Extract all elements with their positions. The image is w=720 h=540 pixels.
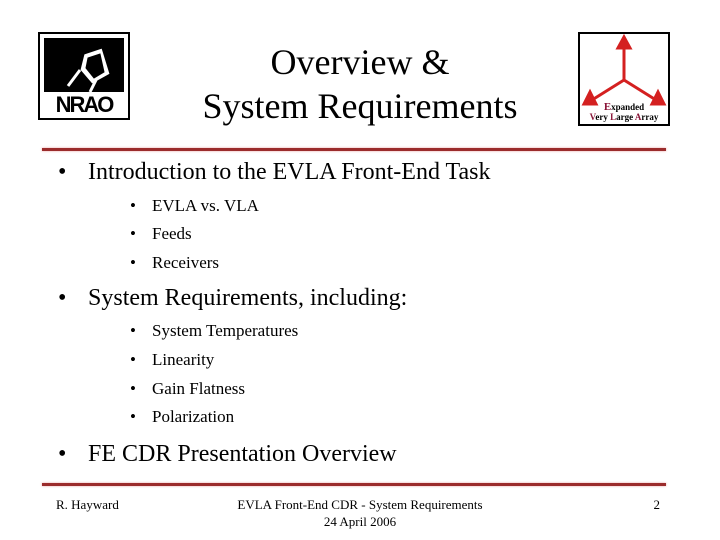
bullet-label: System Requirements, including: xyxy=(88,285,408,311)
sub-bullet-label: Gain Flatness xyxy=(152,379,246,398)
sub-bullet-item: • Polarization xyxy=(130,407,234,427)
bullet-glyph: • xyxy=(130,196,136,215)
sub-bullet-label: Receivers xyxy=(152,253,220,272)
slide-title-line1: Overview & xyxy=(270,42,450,82)
title-divider xyxy=(42,148,666,151)
bullet-glyph: • xyxy=(130,321,136,340)
bullet-glyph: • xyxy=(58,159,67,185)
evla-logo: Expanded Very Large Array xyxy=(578,32,670,126)
bullet-glyph: • xyxy=(58,285,67,311)
sub-bullet-item: • System Temperatures xyxy=(130,321,298,341)
sub-bullet-item: • Linearity xyxy=(130,350,214,370)
bullet-glyph: • xyxy=(58,441,67,467)
page-number: 2 xyxy=(653,497,661,512)
bullet-glyph: • xyxy=(130,350,136,369)
slide-title-line2: System Requirements xyxy=(202,86,518,126)
sub-bullet-item: • Gain Flatness xyxy=(130,379,245,399)
bullet-item: • Introduction to the EVLA Front-End Task xyxy=(58,158,491,186)
sub-bullet-item: • Feeds xyxy=(130,224,192,244)
sub-bullet-label: Feeds xyxy=(152,224,192,243)
bullet-glyph: • xyxy=(130,224,136,243)
bullet-label: Introduction to the EVLA Front-End Task xyxy=(88,159,491,185)
bullet-label: FE CDR Presentation Overview xyxy=(88,441,397,467)
footer-author: R. Hayward xyxy=(56,497,119,512)
svg-text:Very Large Array: Very Large Array xyxy=(590,112,659,122)
sub-bullet-label: Polarization xyxy=(152,407,235,426)
bullet-glyph: • xyxy=(130,253,136,272)
bullet-glyph: • xyxy=(130,407,136,426)
bullet-item: • System Requirements, including: xyxy=(58,284,407,312)
bullet-item: • FE CDR Presentation Overview xyxy=(58,440,397,468)
nrao-logo-icon: NRAO xyxy=(44,38,124,117)
slide-title: Overview & System Requirements xyxy=(150,40,570,128)
sub-bullet-label: Linearity xyxy=(152,350,215,369)
footer-date: 24 April 2006 xyxy=(323,514,397,529)
sub-bullet-label: EVLA vs. VLA xyxy=(152,196,259,215)
footer-divider xyxy=(42,483,666,486)
footer-presentation-title: EVLA Front-End CDR - System Requirements xyxy=(237,497,483,512)
sub-bullet-item: • EVLA vs. VLA xyxy=(130,196,259,216)
bullet-glyph: • xyxy=(130,379,136,398)
nrao-logo-text: NRAO xyxy=(56,92,115,117)
sub-bullet-item: • Receivers xyxy=(130,253,219,273)
sub-bullet-label: System Temperatures xyxy=(152,321,299,340)
footer-center: EVLA Front-End CDR - System Requirements… xyxy=(200,496,520,530)
nrao-logo: NRAO xyxy=(38,32,130,120)
evla-tri-arrow-icon: Expanded Very Large Array xyxy=(581,33,667,122)
